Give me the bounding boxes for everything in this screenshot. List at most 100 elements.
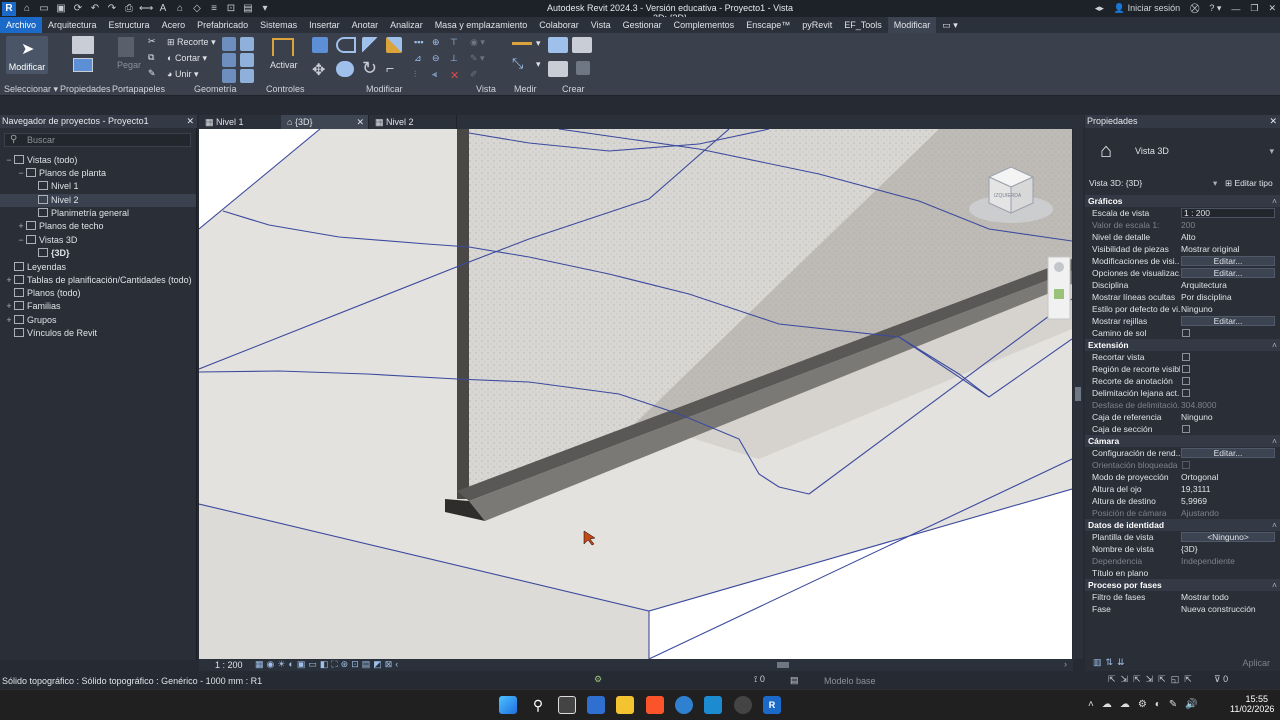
cope-button[interactable]: ⊞ Recorte ▾ [167, 37, 216, 48]
property-value[interactable]: {3D} [1181, 543, 1275, 555]
collapse-icon[interactable]: ˄ [1272, 579, 1277, 591]
browser-item[interactable]: Vínculos de Revit [0, 327, 196, 340]
split-face-icon[interactable] [222, 37, 236, 51]
view-control-icons[interactable]: ▦◉☀◐▣▭◧⛶⊛⊡▤◩⊠‹ [255, 659, 401, 670]
collapse-icon[interactable]: ˄ [1272, 339, 1277, 351]
apply-button[interactable]: Aplicar [1242, 658, 1270, 668]
create-similar-icon[interactable] [576, 61, 590, 75]
edit-button[interactable]: Editar... [1181, 268, 1275, 278]
measure-between-icon[interactable] [512, 42, 532, 45]
collapse-icon[interactable]: ˄ [1272, 519, 1277, 531]
collapse-icon[interactable]: − [16, 167, 26, 180]
delete-icon[interactable]: ✕ [450, 69, 459, 82]
windows-start-icon[interactable] [499, 696, 517, 714]
text-icon[interactable]: A [156, 2, 170, 16]
signin-label[interactable]: Iniciar sesión [1128, 3, 1181, 13]
scroll-right-icon[interactable]: › [1064, 659, 1067, 669]
trim-icon[interactable]: ⌐ [386, 60, 394, 76]
edit-type-button[interactable]: ⊞ Editar tipo [1225, 178, 1273, 189]
rotate-icon[interactable]: ↻ [362, 58, 377, 79]
3d-view-icon[interactable]: ⌂ [173, 2, 187, 16]
cart-icon[interactable]: ⛒ [1190, 3, 1199, 14]
menu-tab-colaborar[interactable]: Colaborar [533, 17, 585, 33]
tab-nivel-1[interactable]: ▦ Nivel 1 [199, 115, 287, 129]
measure-icon[interactable]: ⟷ [139, 2, 153, 16]
browser-toggle-icons[interactable]: ▥⇅⇊ [1093, 657, 1129, 668]
close-icon[interactable]: ✕ [1269, 115, 1277, 128]
design-options-icon[interactable]: ⟟ 0 [754, 674, 765, 685]
close-icon[interactable]: ✕ [356, 115, 364, 129]
browser-item[interactable]: − Planos de planta [0, 167, 196, 180]
wall-joins-icon[interactable] [222, 53, 236, 67]
demolish-icon[interactable] [240, 53, 254, 67]
type-selector[interactable]: ⌂ Vista 3D ▾ [1090, 138, 1278, 166]
menu-tab-masa-y-emplazamiento[interactable]: Masa y emplazamiento [429, 17, 534, 33]
menu-tab-sistemas[interactable]: Sistemas [254, 17, 303, 33]
property-value[interactable]: Ninguno [1181, 411, 1275, 423]
edge-icon[interactable] [675, 696, 693, 714]
property-checkbox[interactable] [1182, 377, 1190, 385]
undo-icon[interactable]: ↶ [88, 2, 102, 16]
menu-tab-estructura[interactable]: Estructura [103, 17, 156, 33]
property-checkbox[interactable] [1182, 329, 1190, 337]
browser-item[interactable]: + Planos de techo [0, 220, 196, 233]
browser-item[interactable]: + Grupos [0, 314, 196, 327]
customize-qat-icon[interactable]: ▾ [258, 2, 272, 16]
menu-tab-arquitectura[interactable]: Arquitectura [42, 17, 103, 33]
create-parts-icon[interactable] [572, 37, 592, 53]
mirror-draw-icon[interactable] [386, 37, 402, 53]
browser-item[interactable]: − Vistas 3D [0, 234, 196, 247]
type-properties-icon[interactable] [72, 36, 94, 54]
print-icon[interactable]: ⎙ [122, 2, 136, 16]
property-group-header[interactable]: Datos de identidad ˄ [1085, 519, 1280, 531]
cut-scissors-icon[interactable]: ✂ [148, 36, 156, 47]
pick-icon[interactable] [222, 69, 236, 83]
edit-button[interactable]: Editar... [1181, 448, 1275, 458]
browser-item[interactable]: − Vistas (todo) [0, 154, 196, 167]
split-icon[interactable]: ⫶ [414, 69, 416, 80]
edit-button[interactable]: <Ninguno> [1181, 532, 1275, 542]
property-value[interactable]: Alto [1181, 231, 1275, 243]
search-input[interactable]: Buscar [4, 133, 191, 147]
browser-item[interactable]: Nivel 2 [0, 194, 196, 207]
browser-item[interactable]: + Tablas de planificación/Cantidades (tod… [0, 274, 196, 287]
trim-multiple-icon[interactable]: ⊥ [450, 53, 458, 64]
chrome-icon[interactable] [734, 696, 752, 714]
collapse-icon[interactable]: ˄ [1272, 195, 1277, 207]
property-group-header[interactable]: Cámara ˄ [1085, 435, 1280, 447]
unpin-icon[interactable]: ⊖ [432, 53, 440, 64]
gap-icon[interactable]: ⫷ [432, 69, 437, 80]
brave-browser-icon[interactable] [646, 696, 664, 714]
property-group-header[interactable]: Gráficos ˄ [1085, 195, 1280, 207]
expand-icon[interactable]: + [4, 314, 14, 327]
menu-tab-ef-tools[interactable]: EF_Tools [838, 17, 888, 33]
mirror-axis-icon[interactable] [362, 37, 378, 53]
edit-button[interactable]: Editar... [1181, 316, 1275, 326]
offset-icon[interactable] [336, 37, 356, 53]
edit-button[interactable]: Editar... [1181, 256, 1275, 266]
close-button[interactable]: ✕ [1268, 3, 1276, 14]
task-view-icon[interactable] [558, 696, 576, 714]
scale-icon[interactable]: ⊿ [414, 53, 422, 64]
property-value[interactable]: Mostrar original [1181, 243, 1275, 255]
pin-icon[interactable]: ⊕ [432, 37, 440, 48]
tab-nivel-2[interactable]: ▦ Nivel 2 [369, 115, 457, 129]
filter-icon[interactable]: ⊽ 0 [1214, 674, 1228, 685]
property-value[interactable]: Arquitectura [1181, 279, 1275, 291]
copy-icon[interactable]: ⧉ [148, 52, 154, 63]
cut-button[interactable]: ◐ Cortar ▾ [167, 53, 207, 64]
activate-label[interactable]: Activar [270, 60, 298, 70]
align-icon[interactable] [312, 37, 328, 53]
property-value[interactable]: Ninguno [1181, 303, 1275, 315]
open-icon[interactable]: ▭ [37, 2, 51, 16]
linework-icon[interactable]: ✐ [470, 69, 478, 80]
create-group-icon[interactable] [548, 61, 568, 77]
menu-tab-insertar[interactable]: Insertar [303, 17, 346, 33]
panel-select[interactable]: Seleccionar ▾ [4, 84, 58, 95]
property-checkbox[interactable] [1182, 365, 1190, 373]
browser-item[interactable]: Planos (todo) [0, 287, 196, 300]
section-icon[interactable]: ◇ [190, 2, 204, 16]
property-checkbox[interactable] [1182, 389, 1190, 397]
menu-tab-modificar[interactable]: Modificar [887, 17, 937, 33]
search-icon[interactable]: ⚲ [529, 696, 547, 714]
